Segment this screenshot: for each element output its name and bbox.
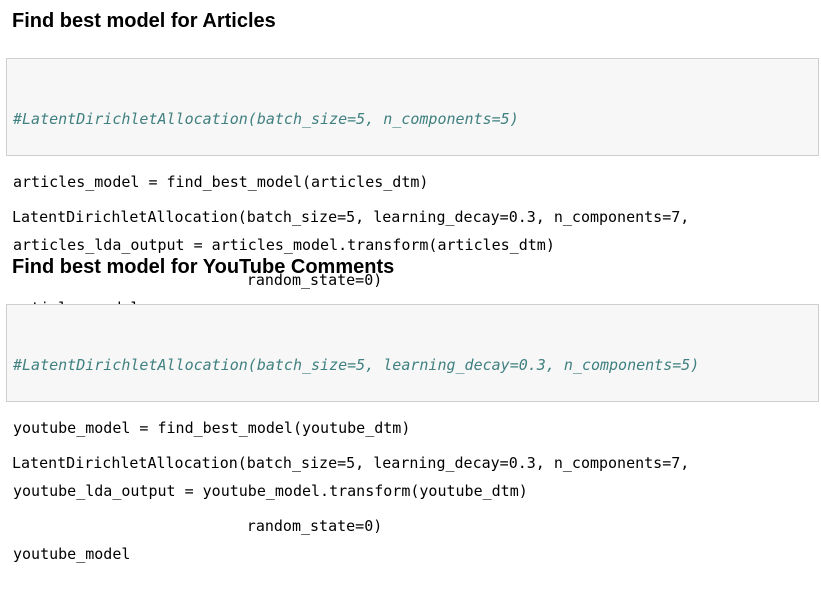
output-line: LatentDirichletAllocation(batch_size=5, … bbox=[12, 208, 690, 226]
output-line: LatentDirichletAllocation(batch_size=5, … bbox=[12, 454, 690, 472]
output-line: random_state=0) bbox=[12, 517, 383, 535]
code-comment-line: #LatentDirichletAllocation(batch_size=5,… bbox=[13, 356, 700, 374]
code-cell-input[interactable]: #LatentDirichletAllocation(batch_size=5,… bbox=[6, 304, 819, 563]
section-heading: Find best model for Articles bbox=[12, 10, 276, 32]
section-heading: Find best model for YouTube Comments bbox=[12, 256, 395, 278]
code-comment-line: #LatentDirichletAllocation(batch_size=5,… bbox=[13, 110, 519, 128]
code-cell-input[interactable]: #LatentDirichletAllocation(batch_size=5,… bbox=[6, 58, 819, 317]
cell-output: LatentDirichletAllocation(batch_size=5, … bbox=[12, 411, 689, 579]
